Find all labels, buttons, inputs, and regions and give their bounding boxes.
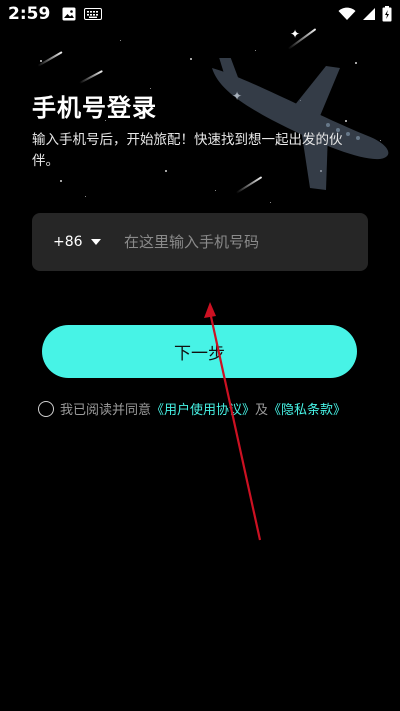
user-agreement-link[interactable]: 《用户使用协议》 [151,399,255,418]
login-screen: ✦ ✦ 2:59 [0,0,400,711]
agreement-radio[interactable] [38,400,54,417]
agreement-row: 我已阅读并同意 《用户使用协议》 及 《隐私条款》 [38,399,346,418]
page-title: 手机号登录 [32,94,157,122]
privacy-policy-link[interactable]: 《隐私条款》 [268,399,346,418]
signal-icon [363,8,375,20]
keyboard-notification-icon [84,8,103,20]
country-code-label: +86 [53,234,83,250]
status-bar: 2:59 [0,0,400,28]
agreement-and-text: 及 [255,403,269,418]
image-notification-icon [62,7,76,21]
caret-down-icon [90,239,101,245]
next-button[interactable]: 下一步 [42,325,357,378]
phone-number-input[interactable] [124,213,368,271]
agreement-prefix-text: 我已阅读并同意 [60,403,152,418]
country-code-selector[interactable]: +86 [32,213,124,271]
battery-charging-icon [382,6,392,22]
status-time: 2:59 [8,4,51,24]
phone-input-box: +86 [32,213,368,271]
page-subtitle: 输入手机号后，开始旅配！快速找到想一起出发的伙伴。 [32,132,343,169]
wifi-icon [338,7,356,20]
